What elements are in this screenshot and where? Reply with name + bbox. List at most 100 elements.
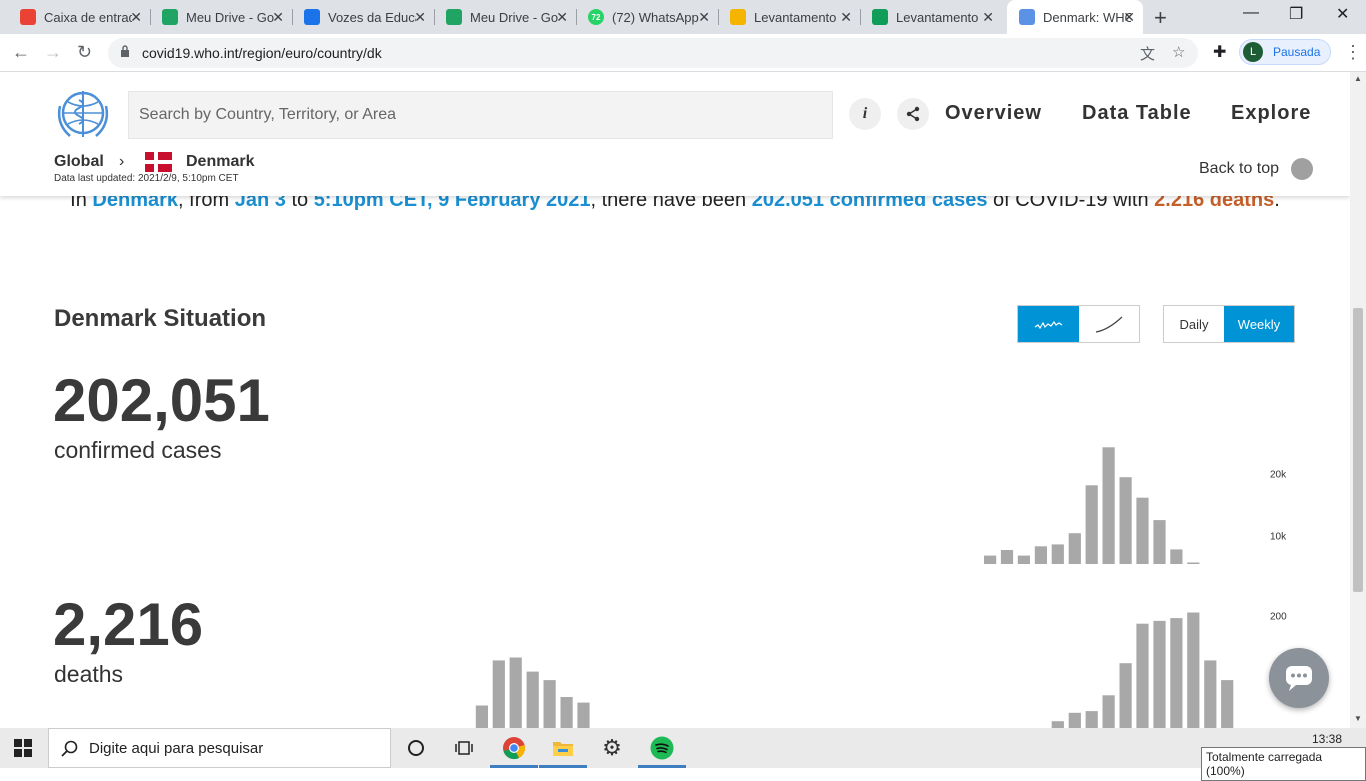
- browser-tab[interactable]: Meu Drive - Google✕: [150, 0, 293, 34]
- chart-bar[interactable]: [1034, 546, 1047, 564]
- browser-toolbar: ← → ↻ covid19.who.int/region/euro/countr…: [0, 34, 1366, 72]
- chart-bar[interactable]: [1187, 612, 1200, 729]
- settings-gear-icon[interactable]: ⚙: [600, 735, 624, 760]
- close-tab-icon[interactable]: ✕: [414, 9, 426, 26]
- chart-bar[interactable]: [1153, 520, 1166, 564]
- chart-bar[interactable]: [1102, 447, 1115, 564]
- scroll-up-icon[interactable]: ▲: [1354, 74, 1362, 83]
- scroll-down-icon[interactable]: ▼: [1354, 714, 1362, 723]
- file-explorer-icon[interactable]: [551, 736, 575, 760]
- chart-bar[interactable]: [509, 657, 522, 729]
- chart-bar[interactable]: [492, 660, 505, 728]
- chart-bar[interactable]: [1136, 497, 1149, 564]
- translate-icon[interactable]: 文: [1140, 43, 1155, 64]
- cases-chart: 010k20kJan 1Apr 1Jul 1Oct 1Jan 1: [984, 447, 1287, 565]
- chart-bar[interactable]: [577, 702, 590, 728]
- restore-icon[interactable]: ❐: [1289, 4, 1303, 24]
- address-bar[interactable]: covid19.who.int/region/euro/country/dk 文…: [108, 38, 1198, 68]
- nav-explore[interactable]: Explore: [1231, 102, 1311, 125]
- browser-tab[interactable]: Meu Drive - Google✕: [434, 0, 577, 34]
- chart-bar[interactable]: [984, 555, 997, 564]
- browser-tab[interactable]: Caixa de entrada✕: [8, 0, 151, 34]
- close-tab-icon[interactable]: ✕: [130, 9, 142, 26]
- close-tab-icon[interactable]: ✕: [840, 9, 852, 26]
- chart-bar[interactable]: [1051, 544, 1064, 564]
- chart-bar[interactable]: [1221, 680, 1234, 728]
- avatar: L: [1243, 42, 1263, 62]
- bar-style-button[interactable]: [1018, 306, 1079, 342]
- search-icon: [61, 740, 78, 757]
- y-tick-label: 10k: [1270, 532, 1287, 543]
- reload-icon[interactable]: ↻: [77, 42, 92, 63]
- chart-bar[interactable]: [1170, 549, 1183, 564]
- page-scrollbar[interactable]: ▲ ▼: [1350, 72, 1366, 728]
- chart-bar[interactable]: [1085, 485, 1098, 564]
- taskbar-search[interactable]: Digite aqui para pesquisar: [48, 728, 391, 768]
- chart-bar[interactable]: [1017, 555, 1030, 564]
- share-icon[interactable]: [897, 98, 929, 130]
- daily-button[interactable]: Daily: [1164, 306, 1224, 342]
- chat-button[interactable]: [1269, 648, 1329, 708]
- chart-bar[interactable]: [560, 697, 573, 728]
- breadcrumb-global[interactable]: Global: [54, 153, 104, 171]
- spotify-icon[interactable]: [650, 736, 674, 760]
- minimize-icon[interactable]: —: [1243, 4, 1259, 22]
- close-tab-icon[interactable]: ✕: [1123, 9, 1135, 26]
- chart-bar[interactable]: [1187, 562, 1200, 565]
- close-tab-icon[interactable]: ✕: [982, 9, 994, 26]
- browser-tab[interactable]: Denmark: WHO ✕: [1007, 0, 1143, 34]
- nav-overview[interactable]: Overview: [945, 102, 1042, 125]
- chart-bar[interactable]: [1170, 618, 1183, 728]
- back-to-top-link[interactable]: Back to top: [1199, 160, 1279, 178]
- new-tab-button[interactable]: +: [1154, 5, 1167, 31]
- chart-bar[interactable]: [1204, 660, 1217, 728]
- chrome-icon[interactable]: [502, 736, 526, 760]
- line-style-button[interactable]: [1079, 306, 1139, 342]
- task-view-icon[interactable]: [452, 736, 476, 760]
- chart-bar[interactable]: [475, 705, 488, 729]
- sheets-icon: [872, 9, 888, 25]
- tab-title: Levantamento: [896, 9, 979, 25]
- bookmark-star-icon[interactable]: ☆: [1172, 43, 1185, 61]
- nav-data-table[interactable]: Data Table: [1082, 102, 1192, 125]
- back-icon[interactable]: ←: [12, 42, 30, 63]
- tab-title: Levantamento: [754, 9, 837, 25]
- chart-bar[interactable]: [1000, 550, 1014, 564]
- chart-bar[interactable]: [1136, 623, 1149, 728]
- chart-bar[interactable]: [1085, 711, 1098, 728]
- site-header: Search by Country, Territory, or Area i …: [0, 72, 1350, 196]
- chart-bar[interactable]: [1119, 477, 1132, 564]
- profile-button[interactable]: L Pausada: [1239, 39, 1331, 65]
- globe-icon[interactable]: [1291, 158, 1313, 180]
- tab-title: Vozes da Educação: [328, 9, 416, 25]
- scroll-thumb[interactable]: [1353, 308, 1363, 592]
- browser-tab[interactable]: Vozes da Educação✕: [292, 0, 435, 34]
- browser-tab[interactable]: Levantamento ✕: [718, 0, 861, 34]
- denmark-flag-icon: [145, 152, 172, 172]
- clock[interactable]: 13:38: [1312, 732, 1342, 746]
- chart-bar[interactable]: [1051, 721, 1064, 728]
- chart-bar[interactable]: [1119, 663, 1132, 728]
- close-tab-icon[interactable]: ✕: [698, 9, 710, 26]
- chart-bar[interactable]: [1102, 695, 1115, 728]
- info-icon[interactable]: i: [849, 98, 881, 130]
- close-window-icon[interactable]: ✕: [1336, 4, 1349, 24]
- chart-bar[interactable]: [526, 671, 539, 728]
- chart-bar[interactable]: [1068, 533, 1081, 564]
- chart-bar[interactable]: [543, 680, 556, 728]
- forward-icon[interactable]: →: [44, 42, 62, 63]
- menu-kebab-icon[interactable]: ⋮: [1344, 42, 1362, 63]
- close-tab-icon[interactable]: ✕: [556, 9, 568, 26]
- chart-bar[interactable]: [1153, 620, 1166, 728]
- weekly-button[interactable]: Weekly: [1224, 306, 1294, 342]
- windows-start-icon[interactable]: [14, 739, 32, 757]
- extensions-icon[interactable]: ✚: [1213, 42, 1226, 62]
- cortana-icon[interactable]: [404, 736, 428, 760]
- tab-strip: Caixa de entrada✕Meu Drive - Google✕Voze…: [0, 0, 1366, 34]
- browser-tab[interactable]: 72 (72) WhatsApp ✕: [576, 0, 719, 34]
- chart-bar[interactable]: [1068, 712, 1081, 728]
- search-input[interactable]: Search by Country, Territory, or Area: [128, 91, 833, 139]
- browser-tab[interactable]: Levantamento ✕: [860, 0, 1002, 34]
- who-logo[interactable]: [54, 88, 112, 142]
- close-tab-icon[interactable]: ✕: [272, 9, 284, 26]
